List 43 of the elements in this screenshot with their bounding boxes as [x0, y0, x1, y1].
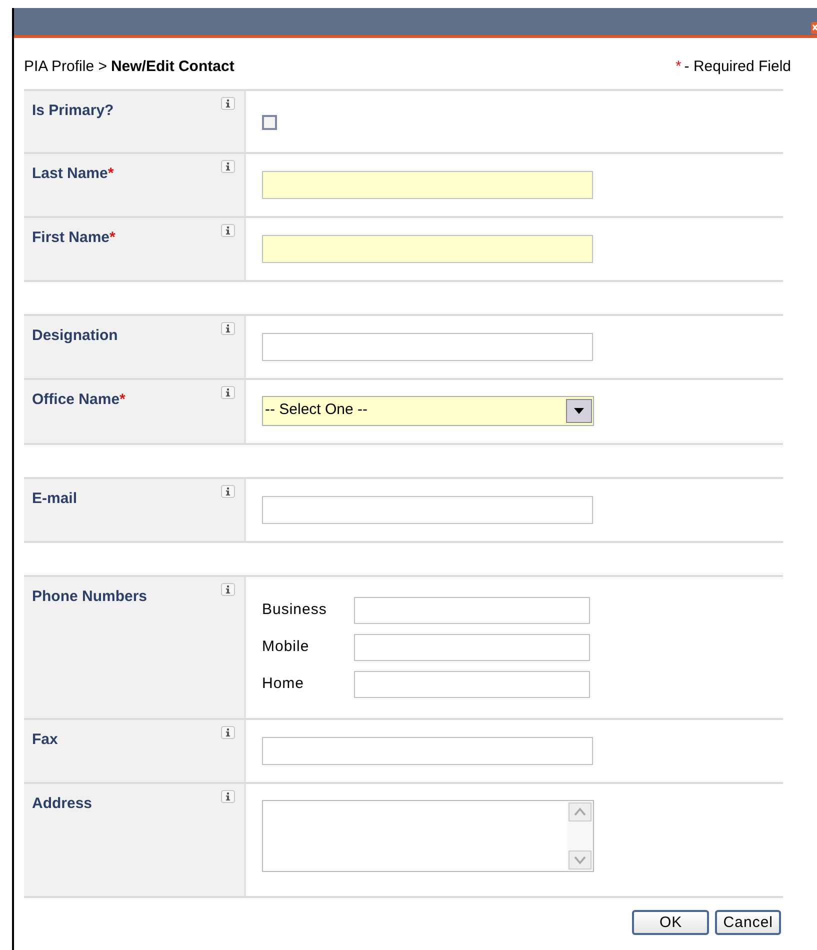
field-label: Last Name: [32, 164, 108, 184]
phone-field[interactable]: [354, 596, 590, 624]
text-field[interactable]: [262, 234, 593, 262]
field-label: Fax: [32, 730, 58, 750]
phone-field[interactable]: [354, 670, 590, 698]
required-asterisk: *: [675, 57, 682, 77]
text-field[interactable]: [262, 736, 593, 764]
field-label: First Name: [32, 228, 110, 248]
info-icon[interactable]: [221, 726, 235, 738]
required-asterisk: *: [110, 228, 116, 248]
phone-label: Business: [262, 600, 328, 620]
phone-label: Home: [262, 674, 306, 694]
required-asterisk: *: [108, 164, 114, 184]
checkbox[interactable]: [262, 114, 277, 130]
field-label: Phone Numbers: [32, 586, 148, 606]
cancel-button[interactable]: Cancel: [715, 910, 781, 934]
info-icon[interactable]: [221, 160, 235, 172]
text-field[interactable]: [262, 332, 593, 360]
field-label: Address: [32, 794, 92, 814]
info-icon[interactable]: [221, 386, 235, 398]
ok-button[interactable]: OK: [632, 910, 710, 934]
info-icon[interactable]: [221, 790, 235, 802]
info-icon[interactable]: [221, 96, 235, 110]
info-icon[interactable]: [221, 224, 235, 236]
scroll-bar[interactable]: [567, 800, 593, 870]
text-field[interactable]: [262, 496, 593, 524]
required-asterisk: *: [120, 390, 126, 410]
phone-label: Mobile: [262, 636, 310, 657]
close-icon[interactable]: [811, 22, 817, 34]
field-label: Office Name: [32, 390, 120, 410]
address-field[interactable]: [262, 800, 594, 872]
field-label: Designation: [32, 326, 118, 346]
required-legend: - Required Field: [684, 56, 791, 78]
page-title: New/Edit Contact: [110, 57, 234, 77]
field-label: Is Primary?: [32, 100, 114, 120]
field-label: E-mail: [32, 488, 78, 508]
dropdown[interactable]: -- Select One --: [262, 396, 594, 426]
info-icon[interactable]: [221, 322, 235, 334]
breadcrumb-link[interactable]: PIA Profile >: [24, 56, 107, 78]
text-field[interactable]: [262, 170, 593, 198]
info-icon[interactable]: [221, 582, 235, 596]
phone-field[interactable]: [354, 634, 590, 660]
info-icon[interactable]: [221, 484, 235, 498]
